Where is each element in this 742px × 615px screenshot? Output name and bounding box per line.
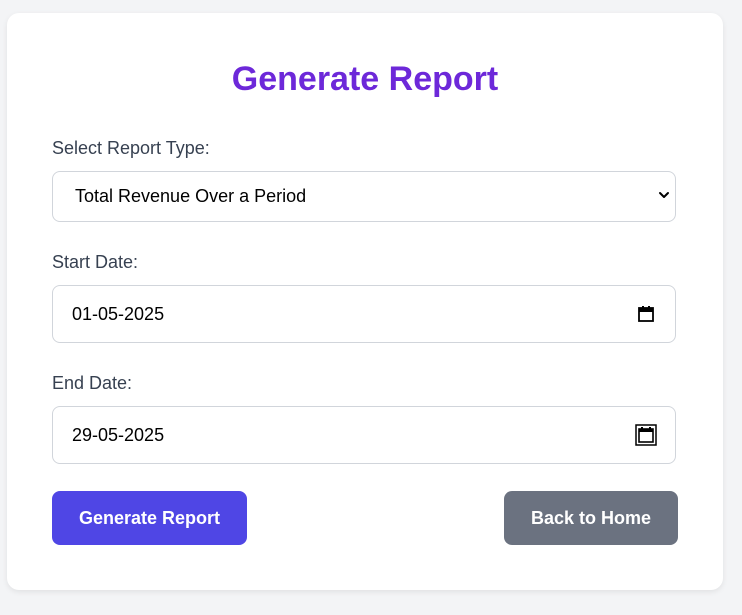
calendar-icon[interactable] xyxy=(637,305,655,323)
report-type-value: Total Revenue Over a Period xyxy=(75,186,307,206)
report-type-label: Select Report Type: xyxy=(52,138,210,158)
back-to-home-button[interactable]: Back to Home xyxy=(504,491,678,545)
report-card: Generate Report Select Report Type: Tota… xyxy=(7,13,723,590)
end-date-value: 29-05-2025 xyxy=(72,425,165,445)
page-title: Generate Report xyxy=(231,60,499,98)
start-date-input[interactable]: 01-05-2025 xyxy=(52,285,676,343)
end-date-label: End Date: xyxy=(52,373,133,393)
report-type-select[interactable]: Total Revenue Over a Period xyxy=(52,171,676,222)
generate-report-button[interactable]: Generate Report xyxy=(52,491,247,545)
calendar-icon[interactable] xyxy=(635,424,657,446)
start-date-label: Start Date: xyxy=(52,252,139,272)
chevron-down-icon xyxy=(659,192,669,198)
end-date-input[interactable]: 29-05-2025 xyxy=(52,406,676,464)
start-date-value: 01-05-2025 xyxy=(72,304,165,324)
